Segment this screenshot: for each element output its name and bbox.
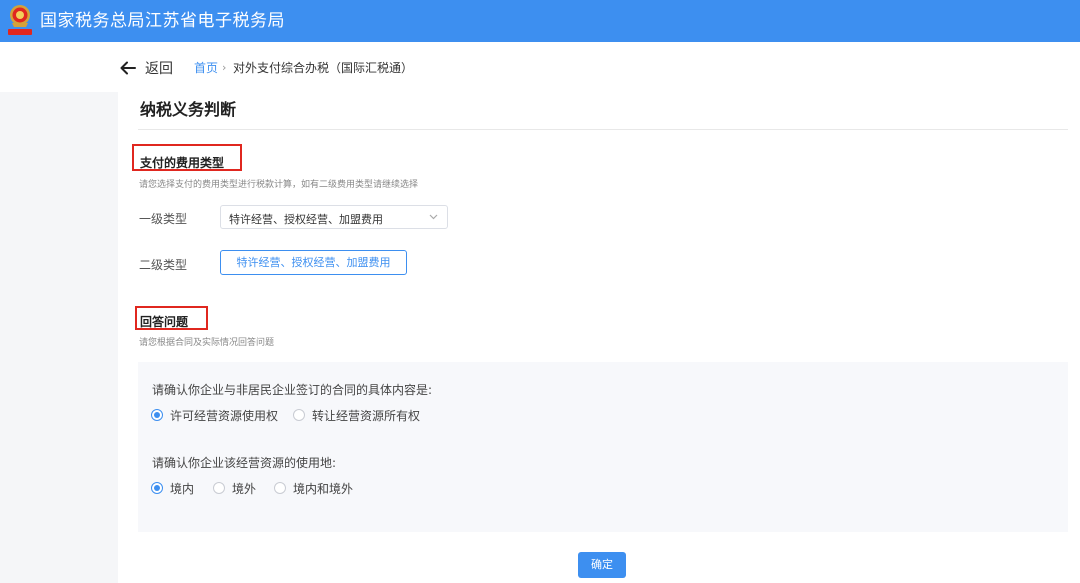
radio-label: 境内 — [170, 481, 195, 496]
breadcrumb-current: 对外支付综合办税（国际汇税通） — [233, 61, 414, 75]
section-hint-answer: 请您根据合同及实际情况回答问题 — [139, 338, 275, 348]
radio-circle — [151, 482, 163, 494]
level2-option-button[interactable]: 特许经营、授权经营、加盟费用 — [220, 250, 407, 275]
breadcrumb-home[interactable]: 首页 — [194, 60, 218, 76]
title-divider — [138, 129, 1068, 130]
radio-domestic-and-overseas[interactable]: 境内和境外 — [274, 480, 353, 496]
breadcrumb-separator: › — [222, 61, 227, 74]
back-button[interactable]: 返回 — [120, 58, 173, 78]
radio-domestic[interactable]: 境内 — [151, 480, 194, 496]
tax-emblem-icon — [8, 5, 32, 35]
section-hint-expense: 请您选择支付的费用类型进行税款计算，如有二级费用类型请继续选择 — [139, 180, 419, 190]
radio-overseas[interactable]: 境外 — [213, 480, 256, 496]
chevron-down-icon — [429, 214, 438, 220]
site-title: 国家税务总局江苏省电子税务局 — [40, 11, 285, 31]
radio-circle — [274, 482, 286, 494]
level1-label: 一级类型 — [139, 212, 188, 226]
level1-select-value: 特许经营、授权经营、加盟费用 — [229, 213, 383, 226]
section-title-answer: 回答问题 — [140, 315, 189, 329]
level2-label: 二级类型 — [139, 258, 188, 272]
radio-label: 许可经营资源使用权 — [170, 408, 279, 423]
radio-label: 转让经营资源所有权 — [312, 408, 421, 423]
back-label: 返回 — [145, 61, 173, 77]
level2-option-label: 特许经营、授权经营、加盟费用 — [236, 256, 391, 269]
main-content: 纳税义务判断 支付的费用类型 请您选择支付的费用类型进行税款计算，如有二级费用类… — [118, 92, 1080, 583]
confirm-button[interactable]: 确定 — [578, 552, 626, 578]
nav-bar: 返回 首页 › 对外支付综合办税（国际汇税通） — [0, 42, 1080, 92]
question-panel: 请确认你企业与非居民企业签订的合同的具体内容是: 许可经营资源使用权 转让经营资… — [138, 362, 1068, 532]
radio-circle — [213, 482, 225, 494]
level1-select[interactable]: 特许经营、授权经营、加盟费用 — [220, 205, 448, 229]
question-contract: 请确认你企业与非居民企业签订的合同的具体内容是: — [152, 383, 433, 397]
section-title-expense: 支付的费用类型 — [140, 156, 225, 170]
question-usage-location: 请确认你企业该经营资源的使用地: — [152, 456, 337, 470]
radio-transfer-ownership[interactable]: 转让经营资源所有权 — [293, 407, 420, 423]
radio-circle — [151, 409, 163, 421]
confirm-label: 确定 — [591, 558, 613, 571]
radio-label: 境内和境外 — [293, 481, 354, 496]
arrow-left-icon — [120, 61, 136, 75]
top-header: 国家税务总局江苏省电子税务局 — [0, 0, 1080, 42]
radio-circle — [293, 409, 305, 421]
radio-label: 境外 — [232, 481, 257, 496]
page-title: 纳税义务判断 — [140, 100, 237, 119]
radio-license-right[interactable]: 许可经营资源使用权 — [151, 407, 278, 423]
